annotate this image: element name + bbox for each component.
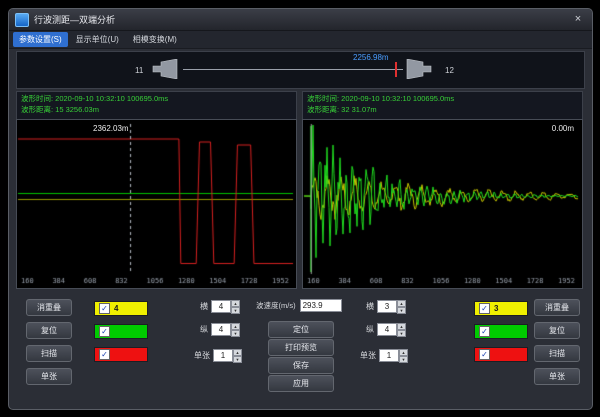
spin-down-icon[interactable]: ▼ bbox=[397, 330, 406, 337]
left-waveform-panel: 波形时间: 2020-09-10 10:32:10 100695.0ms 波形距… bbox=[16, 91, 297, 287]
menu-item-settings[interactable]: 参数设置(S) bbox=[13, 32, 68, 47]
right-channel-green[interactable]: ✓ bbox=[474, 324, 528, 339]
right-vzoom-spinner: 纵 4 ▲▼ bbox=[366, 323, 406, 336]
left-chart-area: 2362.03m bbox=[16, 119, 297, 289]
window-title: 行波测距—双端分析 bbox=[34, 13, 115, 26]
spin-down-icon[interactable]: ▼ bbox=[231, 307, 240, 314]
checkbox-icon[interactable]: ✓ bbox=[479, 303, 490, 314]
spin-down-icon[interactable]: ▼ bbox=[233, 356, 242, 363]
spin-up-icon[interactable]: ▲ bbox=[231, 300, 240, 307]
transformer-right-icon bbox=[405, 59, 435, 84]
spin-value[interactable]: 4 bbox=[211, 323, 231, 336]
wave-speed-row: 波速度(m/s) bbox=[256, 299, 342, 312]
left-panel-info: 波形时间: 2020-09-10 10:32:10 100695.0ms 波形距… bbox=[16, 91, 297, 120]
left-single-button[interactable]: 单张 bbox=[26, 368, 72, 385]
spin-value[interactable]: 1 bbox=[379, 349, 399, 362]
spin-value[interactable]: 4 bbox=[377, 323, 397, 336]
left-deoverlap-button[interactable]: 消重叠 bbox=[26, 299, 72, 316]
right-channel-red[interactable]: ✓ bbox=[474, 347, 528, 362]
wave-speed-input[interactable] bbox=[300, 299, 342, 312]
app-icon bbox=[15, 13, 29, 27]
right-channel-yellow[interactable]: ✓ 3 bbox=[474, 301, 528, 316]
right-deoverlap-button[interactable]: 消重叠 bbox=[534, 299, 580, 316]
left-channel-yellow[interactable]: ✓ 4 bbox=[94, 301, 148, 316]
right-reset-button[interactable]: 复位 bbox=[534, 322, 580, 339]
left-chart-distance-annotation: 2362.03m bbox=[93, 124, 129, 133]
right-chart-distance-annotation: 0.00m bbox=[552, 124, 574, 133]
spin-value[interactable]: 1 bbox=[213, 349, 233, 362]
spin-down-icon[interactable]: ▼ bbox=[231, 330, 240, 337]
left-hzoom-spinner: 横 4 ▲▼ bbox=[200, 300, 240, 313]
menu-bar: 参数设置(S) 显示单位(U) 相模变换(M) bbox=[9, 31, 592, 49]
locate-button[interactable]: 定位 bbox=[268, 321, 334, 338]
spin-down-icon[interactable]: ▼ bbox=[397, 307, 406, 314]
transformer-left-icon bbox=[149, 59, 179, 84]
left-channel-red[interactable]: ✓ bbox=[94, 347, 148, 362]
checkbox-icon[interactable]: ✓ bbox=[99, 349, 110, 360]
spin-value[interactable]: 4 bbox=[211, 300, 231, 313]
checkbox-icon[interactable]: ✓ bbox=[479, 326, 490, 337]
spin-up-icon[interactable]: ▲ bbox=[233, 349, 242, 356]
spin-up-icon[interactable]: ▲ bbox=[397, 300, 406, 307]
close-icon[interactable]: × bbox=[570, 13, 586, 27]
menu-item-phase-mode[interactable]: 相模变换(M) bbox=[127, 32, 183, 47]
spin-up-icon[interactable]: ▲ bbox=[399, 349, 408, 356]
left-channel-green[interactable]: ✓ bbox=[94, 324, 148, 339]
spin-down-icon[interactable]: ▼ bbox=[399, 356, 408, 363]
fault-distance-label: 2256.98m bbox=[353, 53, 389, 62]
left-vzoom-spinner: 纵 4 ▲▼ bbox=[200, 323, 240, 336]
right-page-spinner: 单张 1 ▲▼ bbox=[360, 349, 408, 362]
print-preview-button[interactable]: 打印预览 bbox=[268, 339, 334, 356]
right-chart-area: 0.00m bbox=[302, 119, 583, 289]
left-waveform-canvas[interactable] bbox=[17, 120, 294, 286]
spin-value[interactable]: 3 bbox=[377, 300, 397, 313]
spin-up-icon[interactable]: ▲ bbox=[397, 323, 406, 330]
right-panel-info: 波形时间: 2020-09-10 10:32:10 100695.0ms 波形距… bbox=[302, 91, 583, 120]
left-wave-distance: 波形距离: 15 3256.03m bbox=[21, 104, 292, 115]
left-reset-button[interactable]: 复位 bbox=[26, 322, 72, 339]
checkbox-icon[interactable]: ✓ bbox=[99, 326, 110, 337]
device-diagram: 11 2256.98m 12 bbox=[16, 51, 585, 89]
left-wave-time: 波形时间: 2020-09-10 10:32:10 100695.0ms bbox=[21, 93, 292, 104]
right-waveform-canvas[interactable] bbox=[303, 120, 580, 286]
title-bar[interactable]: 行波测距—双端分析 × bbox=[9, 9, 592, 31]
checkbox-icon[interactable]: ✓ bbox=[99, 303, 110, 314]
save-button[interactable]: 保存 bbox=[268, 357, 334, 374]
control-panel: 消重叠 复位 扫描 单张 ✓ 4 ✓ ✓ 横 4 ▲▼ 纵 4 ▲▼ 单张 1 bbox=[16, 291, 585, 403]
left-page-spinner: 单张 1 ▲▼ bbox=[194, 349, 242, 362]
right-wave-distance: 波形距离: 32 31.07m bbox=[307, 104, 578, 115]
menu-item-display-unit[interactable]: 显示单位(U) bbox=[70, 32, 125, 47]
apply-button[interactable]: 应用 bbox=[268, 375, 334, 392]
app-window: 行波测距—双端分析 × 参数设置(S) 显示单位(U) 相模变换(M) 11 2… bbox=[8, 8, 593, 410]
right-wave-time: 波形时间: 2020-09-10 10:32:10 100695.0ms bbox=[307, 93, 578, 104]
right-hzoom-spinner: 横 3 ▲▼ bbox=[366, 300, 406, 313]
right-single-button[interactable]: 单张 bbox=[534, 368, 580, 385]
station-left-id: 11 bbox=[135, 66, 143, 75]
right-waveform-panel: 波形时间: 2020-09-10 10:32:10 100695.0ms 波形距… bbox=[302, 91, 583, 287]
spin-up-icon[interactable]: ▲ bbox=[231, 323, 240, 330]
left-scan-button[interactable]: 扫描 bbox=[26, 345, 72, 362]
fault-location-marker bbox=[395, 62, 397, 77]
station-right-id: 12 bbox=[445, 66, 454, 75]
checkbox-icon[interactable]: ✓ bbox=[479, 349, 490, 360]
line-connector bbox=[183, 69, 403, 70]
right-scan-button[interactable]: 扫描 bbox=[534, 345, 580, 362]
wave-speed-label: 波速度(m/s) bbox=[256, 300, 296, 311]
